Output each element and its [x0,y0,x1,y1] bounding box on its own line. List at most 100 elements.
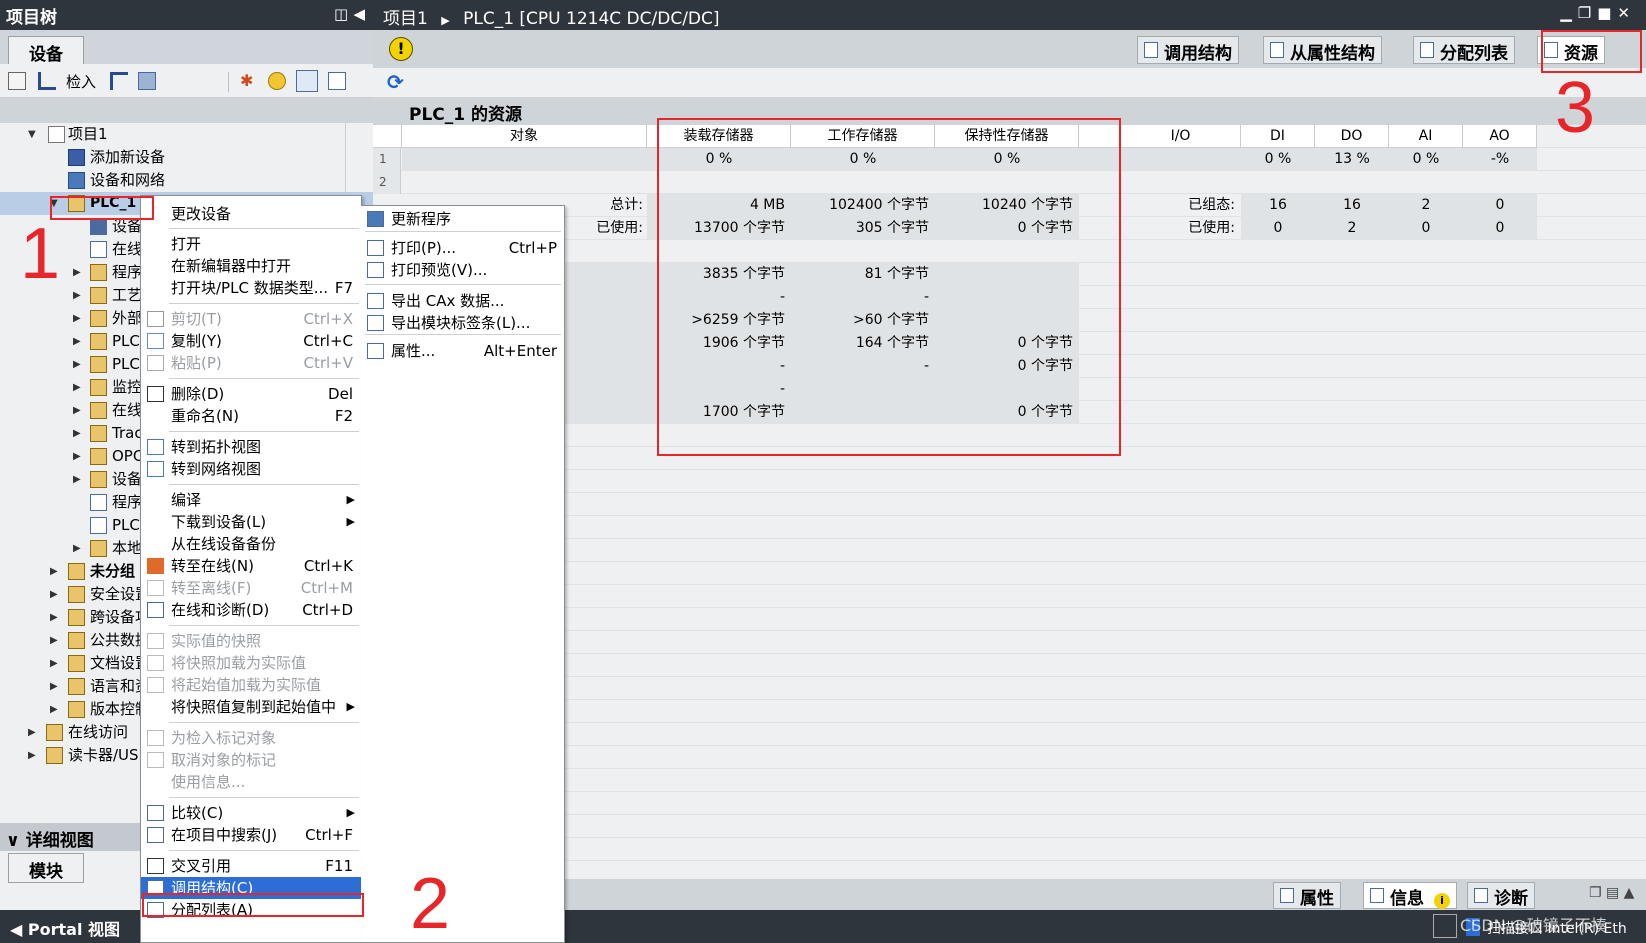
close-icon[interactable]: ✕ [1617,4,1636,22]
expand-right-icon[interactable]: ▶ [73,284,83,307]
menu-item[interactable]: 转至在线(N) Ctrl+K [141,555,363,577]
menu-item[interactable]: 删除(D) Del [141,383,363,405]
expand-right-icon[interactable]: ▶ [50,560,60,583]
maximize-icon[interactable]: ■ [1597,4,1617,22]
panel-controls-icon[interactable]: ❐ ▤ ▲ [1589,885,1634,901]
menu-item[interactable]: 属性... Alt+Enter [361,340,565,362]
menu-item[interactable]: 转到拓扑视图 [141,436,363,458]
tab-diagnostics[interactable]: 诊断 [1467,882,1535,909]
menu-item[interactable]: 转到网络视图 [141,458,363,480]
annotation-number-1: 1 [20,214,61,294]
tab-dependency-structure[interactable]: 从属性结构 [1263,36,1382,64]
menu-item[interactable]: 转至离线(F) Ctrl+M [141,577,363,599]
checkin-icon[interactable] [38,72,56,90]
window-controls[interactable]: ▁❐■✕ [1560,4,1636,22]
tree-item-project[interactable]: ▼ 项目1 [0,123,373,146]
refresh-icon[interactable]: ⟳ [387,70,404,94]
menu-item-shortcut: F2 [334,407,353,425]
refresh-icon[interactable] [268,72,286,90]
menu-item[interactable]: 更新程序 [361,208,565,230]
menu-item[interactable]: 取消对象的标记 [141,749,363,771]
folder-icon [90,356,107,373]
new-group-icon[interactable] [8,72,26,90]
collapse-left-icon[interactable]: ◀ [353,5,365,23]
menu-item[interactable]: 打开 [141,233,363,255]
menu-item[interactable]: 为检入标记对象 [141,727,363,749]
menu-item[interactable]: 交叉引用 F11 [141,855,363,877]
column-header-ai[interactable]: AI [1389,125,1463,148]
menu-item[interactable]: 在新编辑器中打开 [141,255,363,277]
menu-item[interactable]: 在线和诊断(D) Ctrl+D [141,599,363,621]
expand-right-icon[interactable]: ▶ [50,675,60,698]
expand-right-icon[interactable]: ▶ [73,537,83,560]
restore-icon[interactable]: ❐ [1578,4,1597,22]
expand-right-icon[interactable]: ▶ [73,445,83,468]
tab-call-structure[interactable]: 调用结构 [1137,36,1239,64]
expand-right-icon[interactable]: ▶ [28,744,38,767]
menu-item[interactable]: 从在线设备备份 [141,533,363,555]
menu-item[interactable]: 粘贴(P) Ctrl+V [141,352,363,374]
menu-item[interactable]: 使用信息... [141,771,363,793]
menu-item[interactable]: 实际值的快照 [141,630,363,652]
sync-icon[interactable]: ✱ [240,72,258,90]
menu-item[interactable]: 导出 CAx 数据... [361,290,565,312]
expand-right-icon[interactable]: ▶ [50,652,60,675]
expand-right-icon[interactable]: ▶ [50,583,60,606]
menu-item[interactable]: 复制(Y) Ctrl+C [141,330,363,352]
menu-item[interactable]: 将起始值加载为实际值 [141,674,363,696]
pin-icon[interactable]: ◫ [334,5,348,23]
menu-item[interactable]: 编译 ▶ [141,489,363,511]
expand-right-icon[interactable]: ▶ [73,422,83,445]
tree-item-devices-networks[interactable]: 设备和网络 [0,169,373,192]
menu-item[interactable]: 下载到设备(L) ▶ [141,511,363,533]
column-header-di[interactable]: DI [1241,125,1315,148]
minimize-icon[interactable]: ▁ [1560,4,1578,22]
edit-icon[interactable] [138,72,156,90]
column-header-do[interactable]: DO [1315,125,1389,148]
expand-right-icon[interactable]: ▶ [28,721,38,744]
menu-item[interactable]: 打开块/PLC 数据类型... F7 [141,277,363,299]
table-view-icon[interactable] [328,72,346,90]
menu-item[interactable]: 导出模块标签条(L)... [361,312,565,334]
network-status-icon[interactable] [1433,914,1457,938]
warning-icon[interactable]: ! [389,37,413,61]
tab-devices[interactable]: 设备 [8,36,84,65]
tab-assignment-list[interactable]: 分配列表 [1413,36,1515,64]
tab-info[interactable]: 信息 i [1363,882,1457,909]
checkin-label[interactable]: 检入 [66,71,96,92]
column-header-io[interactable]: I/O [1121,125,1241,148]
expand-down-icon[interactable]: ▼ [28,123,38,146]
expand-right-icon[interactable]: ▶ [50,698,60,721]
menu-item[interactable]: 比较(C) ▶ [141,802,363,824]
breadcrumb-project[interactable]: 项目1 [383,9,428,29]
menu-item[interactable]: 更改设备 [141,203,363,225]
tab-properties[interactable]: 属性 [1273,882,1341,909]
column-header-ao[interactable]: AO [1463,125,1537,148]
tab-modules[interactable]: 模块 [8,853,84,883]
checkout-icon[interactable] [110,72,128,90]
expand-right-icon[interactable]: ▶ [50,606,60,629]
expand-right-icon[interactable]: ▶ [73,261,83,284]
expand-right-icon[interactable]: ▶ [73,399,83,422]
menu-item-icon [147,558,164,574]
tree-item-add-device[interactable]: 添加新设备 [0,146,373,169]
expand-right-icon[interactable]: ▶ [50,629,60,652]
chevron-down-icon[interactable]: ∨ [6,831,20,851]
menu-item[interactable]: 打印预览(V)... [361,259,565,281]
tree-item-label: PLC [112,332,140,350]
breadcrumb-device[interactable]: PLC_1 [CPU 1214C DC/DC/DC] [463,9,719,29]
menu-item[interactable]: 打印(P)... Ctrl+P [361,237,565,259]
expand-right-icon[interactable]: ▶ [73,353,83,376]
menu-item[interactable]: 在项目中搜索(J) Ctrl+F [141,824,363,846]
expand-right-icon[interactable]: ▶ [73,330,83,353]
menu-item[interactable]: 重命名(N) F2 [141,405,363,427]
menu-item[interactable]: 剪切(T) Ctrl+X [141,308,363,330]
expand-right-icon[interactable]: ▶ [73,307,83,330]
overview-icon[interactable] [296,70,318,92]
menu-item-icon [147,333,164,349]
expand-right-icon[interactable]: ▶ [73,376,83,399]
column-header-object[interactable]: 对象 [402,125,647,148]
menu-item[interactable]: 将快照值复制到起始值中 ▶ [141,696,363,718]
menu-item[interactable]: 将快照加载为实际值 [141,652,363,674]
expand-right-icon[interactable]: ▶ [73,468,83,491]
